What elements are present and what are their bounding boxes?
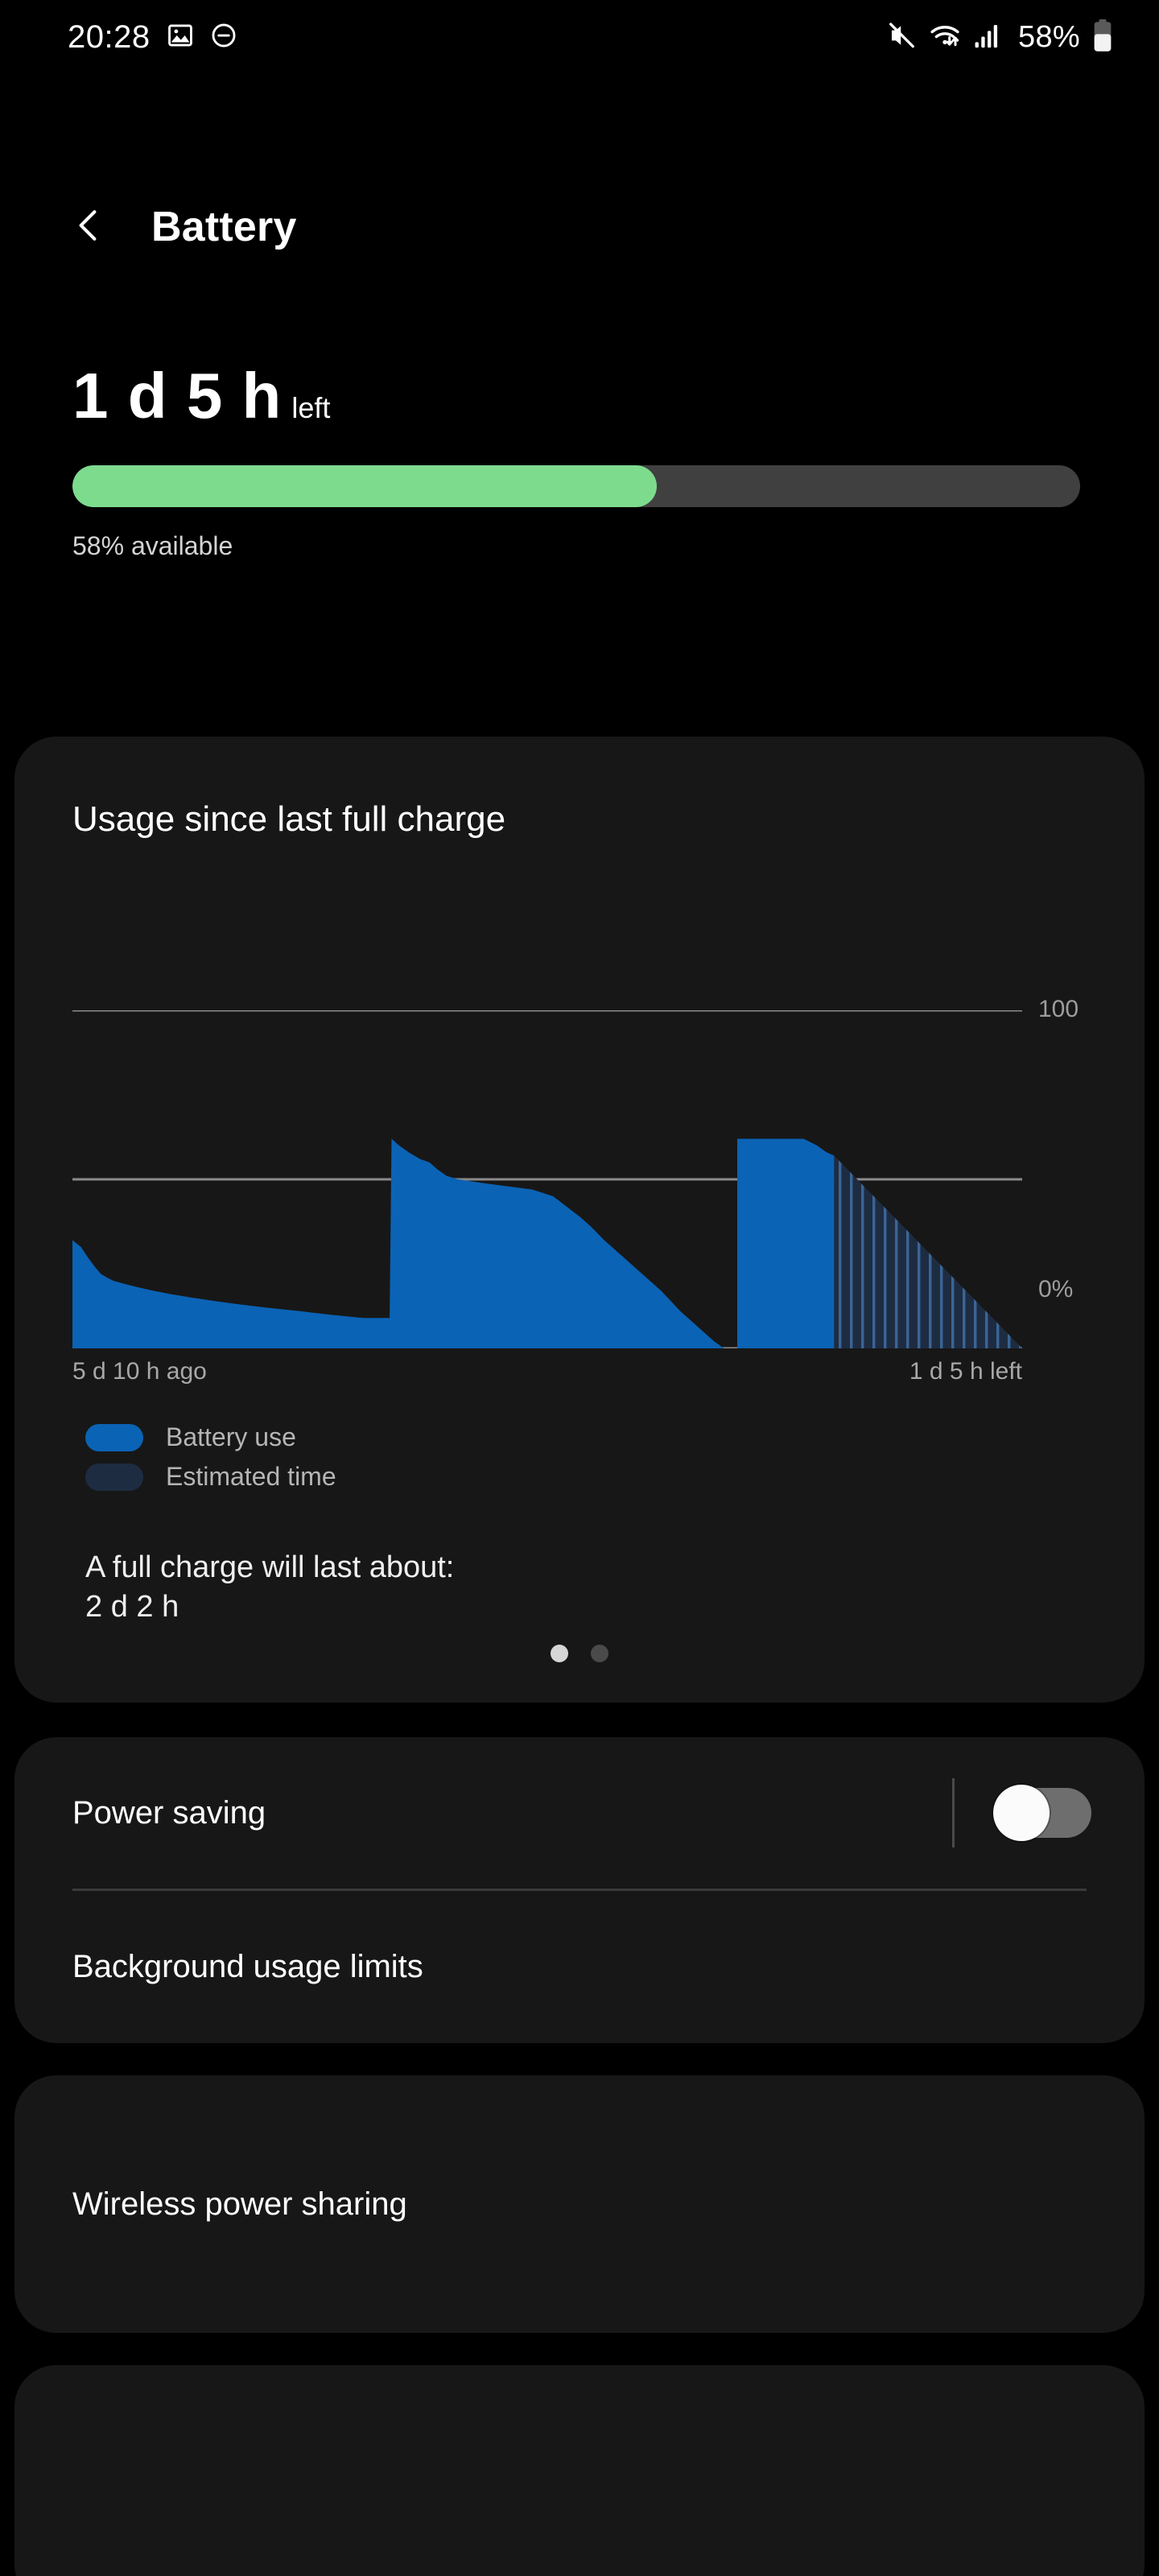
time-remaining-row: 1 d 5 h left — [72, 364, 1087, 428]
wireless-power-sharing-card[interactable]: Wireless power sharing — [14, 2075, 1145, 2333]
do-not-disturb-icon — [210, 22, 237, 53]
page-indicator[interactable] — [14, 1645, 1145, 1662]
power-settings-card: Power saving Background usage limits — [14, 1737, 1145, 2043]
back-button[interactable] — [45, 183, 134, 271]
toggle-knob — [993, 1785, 1050, 1841]
page-dot-2[interactable] — [591, 1645, 608, 1662]
status-bar-left: 20:28 — [68, 19, 237, 56]
battery-available-label: 58% available — [72, 531, 233, 560]
row-wireless-power-sharing[interactable]: Wireless power sharing — [14, 2075, 1145, 2333]
battery-settings-screen: 20:28 58% Battery 1 d 5 h left 58% avail… — [0, 0, 1159, 2576]
next-card-partial[interactable] — [14, 2365, 1145, 2576]
legend-swatch — [85, 1423, 143, 1451]
status-battery-percent: 58% — [1018, 19, 1080, 54]
chart-xtick-start: 5 d 10 h ago — [72, 1358, 207, 1385]
row-background-usage-limits[interactable]: Background usage limits — [14, 1890, 1145, 2043]
legend-label: Battery use — [166, 1422, 296, 1451]
battery-level-bar — [72, 465, 1080, 507]
power-saving-toggle-area[interactable] — [952, 1778, 1091, 1847]
time-remaining-value: 1 d 5 h — [72, 360, 283, 431]
wifi-icon — [928, 20, 962, 55]
full-charge-value: 2 d 2 h — [85, 1589, 179, 1624]
status-bar-right: 58% — [886, 19, 1114, 56]
page-title: Battery — [151, 204, 297, 250]
status-clock: 20:28 — [68, 19, 151, 55]
wireless-power-sharing-label: Wireless power sharing — [72, 2186, 407, 2222]
signal-icon — [973, 22, 1002, 53]
full-charge-label: A full charge will last about: — [85, 1550, 455, 1584]
battery-summary: 1 d 5 h left 58% available — [72, 364, 1087, 561]
chevron-left-icon — [70, 206, 109, 249]
chart-xtick-end: 1 d 5 h left — [909, 1358, 1022, 1385]
battery-icon — [1091, 19, 1114, 56]
chart-ytick-100: 100 — [1038, 996, 1079, 1022]
usage-card[interactable]: Usage since last full charge 100 0% 5 d … — [14, 737, 1145, 1703]
battery-level-fill — [72, 465, 658, 507]
power-saving-toggle[interactable] — [993, 1785, 1091, 1841]
chart-legend: Battery use Estimated time — [85, 1422, 336, 1501]
mute-icon — [886, 20, 917, 55]
legend-label: Estimated time — [166, 1462, 336, 1491]
full-charge-info: A full charge will last about: 2 d 2 h — [85, 1548, 454, 1626]
legend-swatch — [85, 1463, 143, 1491]
usage-card-title: Usage since last full charge — [72, 799, 506, 839]
background-usage-limits-label: Background usage limits — [72, 1948, 423, 1984]
row-power-saving[interactable]: Power saving — [14, 1737, 1145, 1889]
toggle-divider — [952, 1778, 955, 1847]
chart-ytick-0: 0% — [1038, 1276, 1074, 1302]
legend-item-estimated-time: Estimated time — [85, 1462, 336, 1492]
time-remaining-suffix: left — [291, 391, 331, 424]
power-saving-label: Power saving — [72, 1794, 266, 1831]
chart-plot-area — [72, 1010, 1022, 1348]
legend-item-battery-use: Battery use — [85, 1422, 336, 1452]
status-bar: 20:28 58% — [0, 0, 1159, 74]
image-icon — [167, 22, 194, 53]
page-header: Battery — [0, 179, 1159, 275]
battery-usage-chart: 100 0% 5 d 10 h ago 1 d 5 h left — [72, 996, 1087, 1385]
page-dot-1[interactable] — [551, 1645, 568, 1662]
